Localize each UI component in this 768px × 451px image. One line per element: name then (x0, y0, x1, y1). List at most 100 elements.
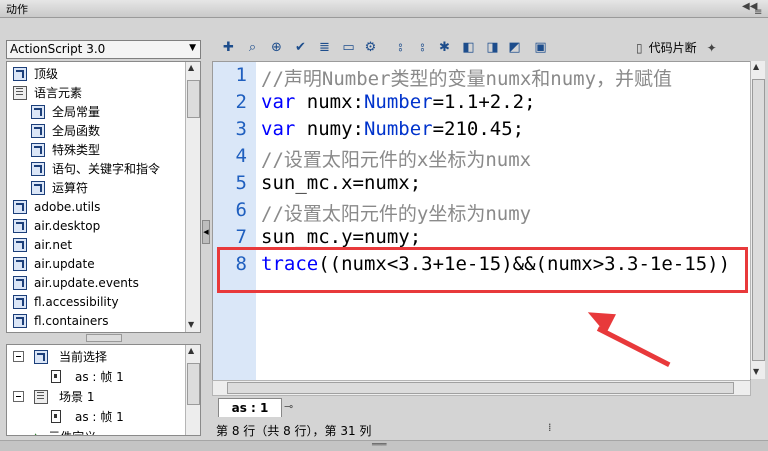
code-line[interactable]: //设置太阳元件的y坐标为numy (261, 199, 531, 226)
panel-bottom-edge: ═══ (0, 440, 768, 451)
line-number: 7 (235, 226, 247, 248)
nav-item-frame[interactable]: as : 帧 1 (51, 367, 124, 386)
tree-item[interactable]: 全局常量 (31, 102, 100, 121)
book-icon (13, 313, 27, 328)
tree-item-label: adobe.utils (34, 199, 101, 214)
library-scrollbar[interactable]: ▲ ▼ (185, 62, 200, 332)
tree-item-label: 顶级 (34, 67, 59, 81)
tree-item[interactable]: 运算符 (31, 178, 88, 197)
debug-icon[interactable]: ⚙ (362, 39, 379, 56)
tree-item[interactable]: 语句、关键字和指令 (31, 159, 160, 178)
tab-label: as : 1 (231, 401, 269, 415)
collapse-selection-icon[interactable]: ⦂ (414, 39, 431, 56)
code-line[interactable]: //设置太阳元件的x坐标为numx (261, 145, 531, 172)
pin-script-icon[interactable]: ⊸ (284, 400, 293, 413)
code-line[interactable]: //声明Number类型的变量numx和numy，并赋值 (261, 64, 672, 91)
find-icon[interactable]: ⌕ (244, 39, 261, 56)
tree-item[interactable]: 顶级 (13, 64, 58, 83)
tree-item[interactable]: air.update.events (13, 273, 139, 292)
snippets-icon: ▯ (636, 40, 643, 55)
code-line[interactable]: var numy:Number=210.45; (261, 118, 524, 140)
tree-item[interactable]: 特殊类型 (31, 140, 100, 159)
nav-item-label: as : 帧 1 (75, 410, 124, 424)
expand-icon[interactable]: ✱ (436, 39, 453, 56)
tree-item[interactable]: adobe.utils (13, 197, 100, 216)
scrollbar-thumb[interactable] (187, 80, 200, 118)
book-icon (13, 199, 27, 214)
tree-item-label: 特殊类型 (52, 143, 101, 157)
nav-item-label: as : 帧 1 (75, 370, 124, 384)
panel-menu-icon[interactable]: ≡ (754, 7, 762, 18)
splitter-handle[interactable] (86, 334, 122, 342)
collapse-icon[interactable]: ⦂ (392, 39, 409, 56)
book-icon (13, 275, 27, 290)
editor-horizontal-scrollbar[interactable] (212, 380, 751, 396)
selection-icon (34, 349, 48, 364)
language-select[interactable]: ActionScript 3.0 ▼ (6, 40, 201, 59)
tree-item[interactable]: air.net (13, 235, 72, 254)
book-icon (31, 104, 45, 119)
code-line[interactable]: sun_mc.x=numx; (261, 172, 421, 194)
book-icon (13, 218, 27, 233)
line-number: 3 (235, 118, 247, 140)
scroll-down-icon[interactable]: ▼ (188, 320, 194, 329)
tree-item-label: air.update.events (34, 275, 139, 290)
scroll-down-icon[interactable]: ▼ (753, 367, 759, 376)
remove-comment-icon[interactable]: ◩ (506, 39, 523, 56)
apply-comment-icon[interactable]: ◧ (460, 39, 477, 56)
tree-item[interactable]: fl.containers (13, 311, 108, 330)
code-line[interactable]: var numx:Number=1.1+2.2; (261, 91, 536, 113)
resize-grip-icon[interactable]: ═══ (372, 440, 386, 449)
target-icon[interactable]: ⊕ (268, 39, 285, 56)
script-navigator-panel: 当前选择 as : 帧 1 场景 1 as : 帧 1 ▲ 元件定义 ▲ (6, 344, 201, 436)
scene-icon (34, 389, 48, 404)
book-icon (31, 142, 45, 157)
auto-format-icon[interactable]: ≣ (316, 39, 333, 56)
code-snippets-button[interactable]: ▯ 代码片断 ✦ (636, 39, 717, 56)
scroll-up-icon[interactable]: ▲ (188, 63, 194, 72)
script-frame-icon (51, 370, 61, 383)
collapse-toggle-icon[interactable] (13, 351, 24, 362)
line-number: 6 (235, 199, 247, 221)
magic-wand-icon[interactable]: ✦ (707, 41, 717, 55)
line-comment-icon[interactable]: ◨ (484, 39, 501, 56)
scrollbar-thumb[interactable] (187, 363, 200, 405)
editor-scrollbar[interactable]: ▲ ▼ (750, 61, 765, 379)
code-line[interactable]: sun_mc.y=numy; (261, 226, 421, 248)
tree-item-label: fl.containers (34, 313, 109, 328)
highlight-box (217, 247, 748, 293)
tree-item[interactable]: 全局函数 (31, 121, 100, 140)
scroll-up-icon[interactable]: ▲ (188, 346, 194, 355)
code-editor[interactable]: 1 //声明Number类型的变量numx和numy，并赋值 2 var numx:N… (212, 61, 751, 381)
nav-item-label: 元件定义 (48, 428, 96, 435)
tree-item[interactable]: air.desktop (13, 216, 100, 235)
book-icon (13, 256, 27, 271)
nav-item-current-selection[interactable]: 当前选择 (13, 347, 107, 366)
nav-item-symbol-definitions[interactable]: ▲ 元件定义 (31, 427, 96, 436)
scroll-up-icon[interactable]: ▲ (753, 62, 759, 71)
navigator-scrollbar[interactable]: ▲ (185, 345, 200, 435)
tree-item-label: fl.accessibility (34, 294, 119, 309)
tree-item[interactable]: fl.accessibility (13, 292, 119, 311)
tree-item-label: 全局常量 (52, 105, 101, 119)
tree-item-label: 运算符 (52, 181, 89, 195)
code-hint-icon[interactable]: ▭ (340, 39, 357, 56)
nav-item-scene[interactable]: 场景 1 (13, 387, 94, 406)
tree-item-label: air.desktop (34, 218, 101, 233)
line-number: 1 (235, 64, 247, 86)
nav-item-frame[interactable]: as : 帧 1 (51, 407, 124, 426)
collapse-sidebar-handle[interactable]: ◀ (202, 220, 210, 244)
tree-item[interactable]: 语言元素 (13, 83, 82, 102)
script-assist-icon[interactable]: ▣ (532, 39, 549, 56)
collapse-toggle-icon[interactable] (13, 391, 24, 402)
scrollbar-thumb[interactable] (227, 382, 734, 394)
symbol-icon: ▲ (31, 430, 40, 436)
add-item-icon[interactable]: ✚ (220, 39, 237, 56)
line-number: 5 (235, 172, 247, 194)
tab-as-1[interactable]: as : 1 (218, 398, 282, 417)
tree-item[interactable]: air.update (13, 254, 95, 273)
book-icon (13, 237, 27, 252)
tree-item-label: air.net (34, 237, 73, 252)
check-syntax-icon[interactable]: ✔ (292, 39, 309, 56)
scrollbar-thumb[interactable] (752, 79, 765, 361)
